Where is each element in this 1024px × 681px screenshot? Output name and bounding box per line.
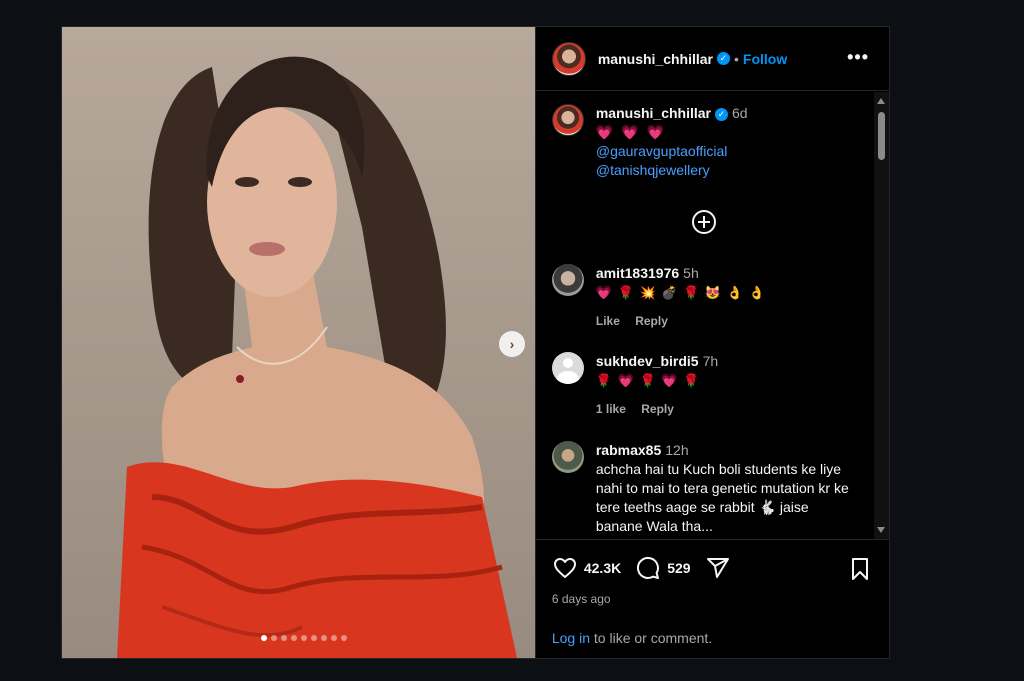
comment-item: rabmax85 12h achcha hai tu Kuch boli stud… [551, 441, 872, 536]
mention-link[interactable]: @tanishqjewellery [596, 161, 748, 180]
comment-username[interactable]: rabmax85 [596, 442, 661, 458]
comment-text: achcha hai tu Kuch boli students ke liye… [595, 461, 849, 534]
post-media[interactable]: › [62, 27, 535, 658]
emoji: 💣 [661, 285, 679, 300]
carousel-dot[interactable] [281, 635, 288, 641]
caption-hearts: 💗 💗 💗 [595, 124, 666, 140]
emoji: 🌹 [639, 373, 657, 388]
commenter-avatar[interactable] [551, 352, 584, 384]
author-username[interactable]: manushi_chhillar [598, 51, 713, 67]
caption-avatar[interactable] [551, 104, 584, 136]
load-more-comments-icon[interactable] [691, 210, 716, 234]
emoji: 💥 [639, 285, 657, 300]
carousel-dot[interactable] [261, 635, 268, 641]
emoji: 🌹 [595, 373, 614, 388]
comment-time: 7h [702, 353, 719, 369]
emoji: 😻 [704, 285, 723, 300]
login-prompt-text: to like or comment. [590, 630, 713, 646]
carousel-dot[interactable] [331, 635, 338, 641]
heart-icon[interactable] [552, 556, 578, 580]
emoji: 💗 [617, 373, 635, 388]
carousel-indicator [62, 635, 535, 641]
comment-item: amit18319765h 💗 🌹 💥 💣 🌹 😻 👌 👌 Like Repl [551, 264, 872, 331]
comments-scrollbar[interactable] [874, 92, 889, 539]
carousel-dot[interactable] [321, 635, 328, 641]
emoji: 💗 [595, 285, 614, 300]
like-count[interactable]: 42.3K [584, 560, 621, 576]
caption-username[interactable]: manushi_chhillar [596, 105, 711, 121]
emoji: 🌹 [683, 373, 701, 388]
carousel-dot[interactable] [301, 635, 308, 641]
login-prompt: Log in to like or comment. [552, 630, 712, 646]
emoji: 🌹 [683, 285, 701, 300]
carousel-dot[interactable] [311, 635, 318, 641]
commenter-avatar[interactable] [551, 441, 584, 473]
like-comment-button[interactable]: Like [596, 314, 620, 328]
share-icon[interactable] [705, 556, 731, 580]
bookmark-icon[interactable] [849, 557, 871, 581]
post-header: manushi_chhillar ✓ • Follow ••• [535, 27, 889, 91]
emoji: 💗 [661, 373, 679, 388]
comment-text: 💗 🌹 💥 💣 🌹 😻 👌 👌 [596, 283, 766, 302]
scroll-down-arrow-icon[interactable] [877, 527, 885, 533]
more-options-icon[interactable]: ••• [847, 47, 869, 68]
comments-list[interactable]: manushi_chhillar ✓ 6d 💗 💗 💗 @gauravguptaof… [536, 92, 876, 539]
comment-count: 529 [667, 560, 691, 576]
author-avatar[interactable] [551, 41, 586, 76]
comment-item: sukhdev_birdi5 7h 🌹 💗 🌹 💗 🌹 1 like Reply [551, 352, 872, 419]
carousel-dot[interactable] [341, 635, 348, 641]
post-panel: manushi_chhillar ✓ • Follow ••• manushi_… [534, 27, 889, 658]
mention-link[interactable]: @gauravguptaofficial [596, 142, 748, 161]
post-timestamp: 6 days ago [551, 592, 611, 606]
comment-time: 5h [683, 265, 699, 281]
commenter-avatar[interactable] [551, 264, 584, 296]
verified-badge-icon: ✓ [715, 107, 729, 121]
next-image-button[interactable]: › [499, 331, 525, 357]
scroll-up-arrow-icon[interactable] [877, 98, 885, 104]
separator-dot: • [734, 50, 739, 67]
emoji: 👌 [726, 285, 744, 300]
comment-time: 12h [665, 442, 689, 458]
reply-button[interactable]: Reply [641, 402, 674, 416]
reply-button[interactable]: Reply [635, 314, 668, 328]
post-actions: 42.3K 529 6 days ago Log in to like or c… [535, 539, 889, 658]
verified-badge-icon: ✓ [717, 52, 731, 65]
carousel-dot[interactable] [291, 635, 298, 641]
follow-button[interactable]: Follow [743, 51, 787, 67]
caption-time: 6d [732, 105, 748, 121]
emoji: 👌 [748, 285, 766, 300]
comment-username[interactable]: sukhdev_birdi5 [596, 353, 699, 369]
login-link[interactable]: Log in [552, 630, 590, 646]
comment-text: 🌹 💗 🌹 💗 🌹 [596, 371, 718, 390]
like-count[interactable]: 1 like [596, 402, 626, 416]
post-photo [117, 56, 517, 658]
comment-icon[interactable] [635, 556, 661, 580]
comment-username[interactable]: amit1831976 [596, 265, 679, 281]
scrollbar-thumb[interactable] [878, 112, 885, 160]
post-modal: › manushi_chhillar ✓ • Follow ••• manush… [61, 26, 890, 659]
emoji: 🌹 [617, 285, 635, 300]
carousel-dot[interactable] [271, 635, 278, 641]
caption: manushi_chhillar ✓ 6d 💗 💗 💗 @gauravguptaof… [551, 104, 872, 180]
